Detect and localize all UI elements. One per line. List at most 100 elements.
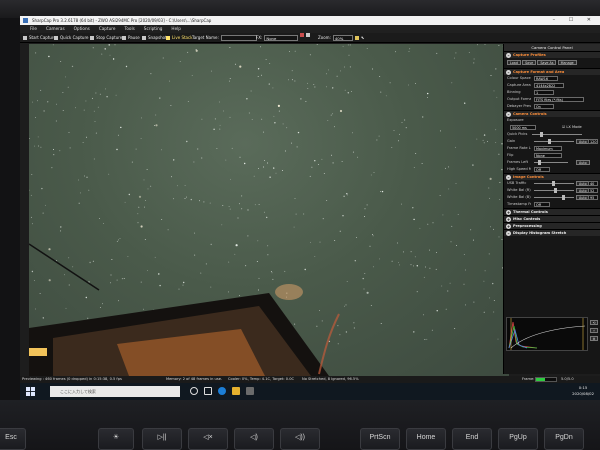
histogram-lightning-icon[interactable]: ⚡ [590, 328, 598, 333]
zoom-select[interactable]: 40% [332, 35, 353, 41]
binning-select[interactable]: 1 [534, 90, 554, 95]
wb-blue-row: White Bal (B) Auto 95 [504, 194, 600, 201]
key-brightness[interactable]: ☀ [98, 428, 134, 450]
high-speed-row: High Speed Mode Off [504, 166, 600, 173]
menu-capture[interactable]: Capture [99, 25, 116, 33]
high-speed-select[interactable]: Off [534, 167, 550, 172]
windows-taskbar: ここに入力して検索 0:15 2020/08/02 [20, 383, 600, 400]
slider-thumb[interactable] [548, 139, 551, 144]
exposure-value-row: 5000 ms ☑ LX Mode [504, 124, 600, 131]
lightning-icon [54, 36, 58, 40]
histogram-settings-icon[interactable]: ⚙ [590, 336, 598, 341]
fx-label: FX: [256, 35, 263, 40]
frame-rate-select[interactable]: Maximum [534, 146, 562, 151]
capture-area-select[interactable]: 4144x2822 [534, 83, 564, 88]
slider-thumb[interactable] [562, 195, 565, 200]
manage-profiles-button[interactable]: Manage [557, 60, 577, 65]
section-misc-controls[interactable]: + Misc Controls [504, 215, 600, 222]
task-view-icon[interactable] [204, 387, 212, 395]
section-preprocessing[interactable]: + Preprocessing [504, 222, 600, 229]
histogram-display[interactable] [506, 317, 588, 351]
pointer-icon[interactable]: ⬉ [361, 33, 364, 43]
menu-options[interactable]: Options [74, 25, 90, 33]
zoom-fit-icon[interactable] [354, 36, 359, 40]
load-profile-button[interactable]: Load [507, 60, 521, 65]
slider-thumb[interactable] [554, 188, 557, 193]
section-camera-controls[interactable]: – Camera Controls [504, 110, 600, 117]
file-explorer-icon[interactable] [232, 387, 240, 395]
slider-thumb[interactable] [540, 132, 543, 137]
colour-space-select[interactable]: RAW16 [534, 76, 558, 81]
lx-mode-checkbox[interactable]: ☑ LX Mode [562, 124, 582, 131]
quick-capture-button[interactable]: Quick Capture [54, 33, 89, 43]
binning-row: Binning 1 [504, 89, 600, 96]
section-image-controls[interactable]: – Image Controls [504, 173, 600, 180]
wb-blue-slider[interactable] [534, 195, 574, 200]
window-controls[interactable]: – ☐ ✕ [553, 16, 597, 25]
flip-select[interactable]: None [534, 153, 562, 158]
collapse-icon[interactable]: – [506, 231, 511, 236]
frames-left-slider[interactable] [534, 160, 568, 165]
menu-help[interactable]: Help [171, 25, 181, 33]
slider-thumb[interactable] [538, 160, 541, 165]
windows-start-icon[interactable] [26, 387, 35, 396]
section-capture-profiles[interactable]: – Capture Profiles [504, 51, 600, 58]
key-esc[interactable]: Esc [0, 428, 26, 450]
usb-traffic-slider[interactable] [534, 181, 574, 186]
stop-capture-button[interactable]: Stop Capture [90, 33, 122, 43]
histogram-reset-icon[interactable]: ⟲ [590, 320, 598, 325]
sharpcap-taskbar-icon[interactable] [246, 387, 254, 395]
menu-scripting[interactable]: Scripting [144, 25, 163, 33]
camera-preview[interactable] [29, 44, 509, 376]
exposure-slider[interactable] [532, 132, 582, 137]
slider-thumb[interactable] [552, 181, 555, 186]
wb-blue-value[interactable]: 95 [588, 195, 598, 200]
quick-picks-row: Quick Picks [504, 131, 600, 138]
wb-red-slider[interactable] [534, 188, 574, 193]
output-format-select[interactable]: FITS files (*.fits) [534, 97, 584, 102]
gain-value[interactable]: 120 [588, 139, 598, 144]
status-bar: Previewing : 460 frames (0 dropped) in 0… [20, 376, 600, 383]
save-profile-button[interactable]: Save [522, 60, 537, 65]
fx-group: FX: None [256, 33, 299, 43]
cortana-icon[interactable] [190, 387, 198, 395]
key-end[interactable]: End [452, 428, 492, 450]
exposure-input[interactable]: 5000 ms [510, 125, 536, 130]
live-stack-button[interactable]: Live Stack [166, 33, 193, 43]
record-icon [23, 36, 27, 40]
menu-cameras[interactable]: Cameras [46, 25, 65, 33]
start-capture-button[interactable]: Start Capture [23, 33, 56, 43]
capture-toolbar: Start Capture Quick Capture Stop Capture… [20, 33, 600, 43]
taskbar-search-box[interactable]: ここに入力して検索 [50, 386, 180, 397]
key-pgup[interactable]: PgUp [498, 428, 538, 450]
target-name-input[interactable] [220, 35, 257, 41]
timestamp-select[interactable]: Off [534, 202, 550, 207]
usb-traffic-value[interactable]: 40 [588, 181, 598, 186]
save-as-profile-button[interactable]: Save As [537, 60, 557, 65]
wb-red-value[interactable]: 52 [588, 188, 598, 193]
menu-file[interactable]: File [30, 25, 37, 33]
key-pgdn[interactable]: PgDn [544, 428, 584, 450]
key-home[interactable]: Home [406, 428, 446, 450]
snapshot-button[interactable]: Snapshot [142, 33, 167, 43]
reticle-icon[interactable] [300, 33, 304, 37]
gain-slider[interactable] [534, 139, 574, 144]
section-capture-format[interactable]: – Capture Format and Area [504, 68, 600, 75]
key-play-pause[interactable]: ▷|| [142, 428, 182, 450]
key-mute[interactable]: ◁× [188, 428, 228, 450]
nebula-glow [275, 284, 303, 300]
section-histogram[interactable]: – Display Histogram Stretch [504, 229, 600, 236]
key-volume-down[interactable]: ◁) [234, 428, 274, 450]
frame-rate-row: Frame Rate Limit Maximum [504, 145, 600, 152]
frames-left-auto-button[interactable]: Auto [576, 160, 590, 165]
menu-tools[interactable]: Tools [124, 25, 134, 33]
key-volume-up[interactable]: ◁)) [280, 428, 320, 450]
key-prtscn[interactable]: PrtScn [360, 428, 400, 450]
edge-icon[interactable] [218, 387, 226, 395]
section-thermal-controls[interactable]: + Thermal Controls [504, 208, 600, 215]
pause-button[interactable]: Pause [122, 33, 140, 43]
debayer-preview-select[interactable]: On [534, 104, 554, 109]
grid-icon[interactable] [306, 33, 310, 37]
fx-select[interactable]: None [264, 35, 299, 41]
taskbar-clock[interactable]: 0:15 2020/08/02 [572, 385, 594, 397]
